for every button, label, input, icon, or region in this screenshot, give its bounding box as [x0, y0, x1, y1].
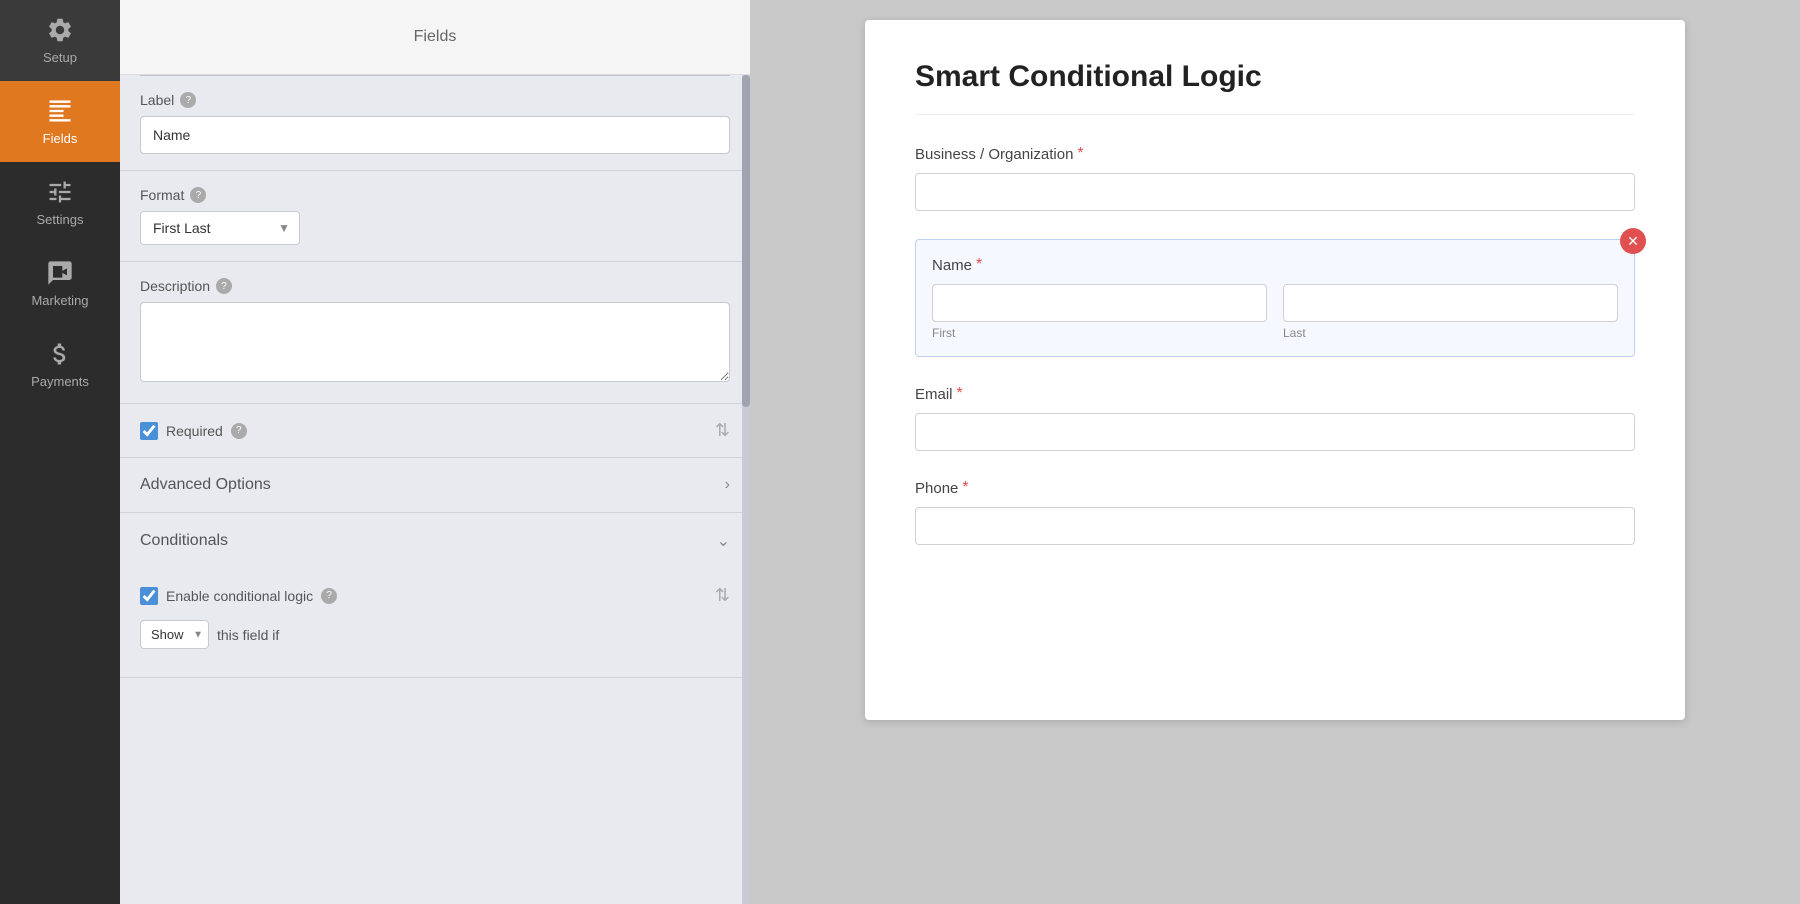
phone-input[interactable] [915, 507, 1635, 545]
label-input[interactable] [140, 116, 730, 154]
description-help-icon[interactable]: ? [216, 278, 232, 294]
middle-top-bar-title: Fields [414, 28, 457, 46]
name-first-input[interactable] [932, 284, 1267, 322]
name-label: Name * [932, 256, 1618, 274]
format-select-wrapper: First Last Last First First Last ▼ [140, 211, 300, 245]
form-field-business: Business / Organization * [915, 145, 1635, 211]
name-last-input[interactable] [1283, 284, 1618, 322]
required-row: Required ? ⇅ [140, 420, 730, 441]
description-textarea[interactable] [140, 302, 730, 382]
advanced-options-chevron: › [725, 476, 730, 494]
marketing-icon [46, 259, 74, 287]
conditionals-title: Conditionals [140, 532, 228, 550]
scroll-indicator [742, 75, 750, 904]
description-field-label: Description ? [140, 278, 730, 294]
required-help-icon[interactable]: ? [231, 423, 247, 439]
email-required-star: * [957, 385, 963, 403]
name-last-sublabel: Last [1283, 326, 1618, 340]
business-required-star: * [1077, 145, 1083, 163]
email-label: Email * [915, 385, 1635, 403]
format-field-label: Format ? [140, 187, 730, 203]
required-section: Required ? ⇅ [120, 404, 750, 458]
sidebar-settings-label: Settings [37, 212, 84, 227]
form-field-email: Email * [915, 385, 1635, 451]
format-section: Format ? First Last Last First First Las… [120, 171, 750, 262]
advanced-options-header[interactable]: Advanced Options › [120, 458, 750, 512]
gear-icon [46, 16, 74, 44]
middle-panel: Fields Label ? Format ? First Last Last … [120, 0, 750, 904]
sidebar-setup-label: Setup [43, 50, 77, 65]
sidebar-item-settings[interactable]: Settings [0, 162, 120, 243]
show-select-wrapper: Show Hide ▼ [140, 620, 209, 649]
enable-conditional-row: Enable conditional logic ? ⇅ [140, 585, 730, 606]
format-select[interactable]: First Last Last First First Last [140, 211, 300, 245]
sidebar: Setup Fields Settings Marketing Payments [0, 0, 120, 904]
required-label: Required [166, 423, 223, 439]
conditionals-header[interactable]: Conditionals ⌄ [120, 513, 750, 569]
middle-top-bar: Fields [120, 0, 750, 75]
show-select[interactable]: Show Hide [140, 620, 209, 649]
description-section: Description ? [120, 262, 750, 404]
enable-conditional-help-icon[interactable]: ? [321, 588, 337, 604]
enable-conditional-label: Enable conditional logic [166, 588, 313, 604]
business-label: Business / Organization * [915, 145, 1635, 163]
sidebar-payments-label: Payments [31, 374, 89, 389]
form-field-phone: Phone * [915, 479, 1635, 545]
conditionals-content: Enable conditional logic ? ⇅ Show Hide ▼… [120, 569, 750, 677]
phone-label: Phone * [915, 479, 1635, 497]
sidebar-marketing-label: Marketing [31, 293, 88, 308]
advanced-options-title: Advanced Options [140, 476, 271, 494]
advanced-options-section: Advanced Options › [120, 458, 750, 513]
enable-conditional-checkbox[interactable] [140, 587, 158, 605]
label-help-icon[interactable]: ? [180, 92, 196, 108]
format-help-icon[interactable]: ? [190, 187, 206, 203]
required-sort-icon[interactable]: ⇅ [715, 420, 730, 441]
scroll-thumb [742, 75, 750, 407]
email-input[interactable] [915, 413, 1635, 451]
bottom-spacer [120, 678, 750, 718]
conditionals-chevron: ⌄ [717, 531, 730, 551]
conditional-text: this field if [217, 627, 279, 643]
label-field-label: Label ? [140, 92, 730, 108]
settings-icon [46, 178, 74, 206]
form-card: Smart Conditional Logic Business / Organ… [865, 20, 1685, 720]
label-section: Label ? [120, 76, 750, 171]
middle-scrollable[interactable]: Label ? Format ? First Last Last First F… [120, 75, 750, 904]
name-first-sublabel: First [932, 326, 1267, 340]
sidebar-item-fields[interactable]: Fields [0, 81, 120, 162]
sidebar-fields-label: Fields [43, 131, 78, 146]
conditionals-section: Conditionals ⌄ Enable conditional logic … [120, 513, 750, 678]
sidebar-item-marketing[interactable]: Marketing [0, 243, 120, 324]
name-first-wrap: First [932, 284, 1267, 340]
sidebar-item-setup[interactable]: Setup [0, 0, 120, 81]
business-input[interactable] [915, 173, 1635, 211]
conditional-show-row: Show Hide ▼ this field if [140, 620, 730, 649]
form-title: Smart Conditional Logic [915, 60, 1635, 115]
sidebar-item-payments[interactable]: Payments [0, 324, 120, 405]
fields-icon [46, 97, 74, 125]
name-required-star: * [976, 256, 982, 274]
enable-conditional-sort-icon[interactable]: ⇅ [715, 585, 730, 606]
name-delete-button[interactable]: ✕ [1620, 228, 1646, 254]
payments-icon [46, 340, 74, 368]
name-fields-container: First Last [932, 284, 1618, 340]
right-panel: Smart Conditional Logic Business / Organ… [750, 0, 1800, 904]
required-checkbox[interactable] [140, 422, 158, 440]
form-field-name: ✕ Name * First Last [915, 239, 1635, 357]
name-last-wrap: Last [1283, 284, 1618, 340]
phone-required-star: * [962, 479, 968, 497]
